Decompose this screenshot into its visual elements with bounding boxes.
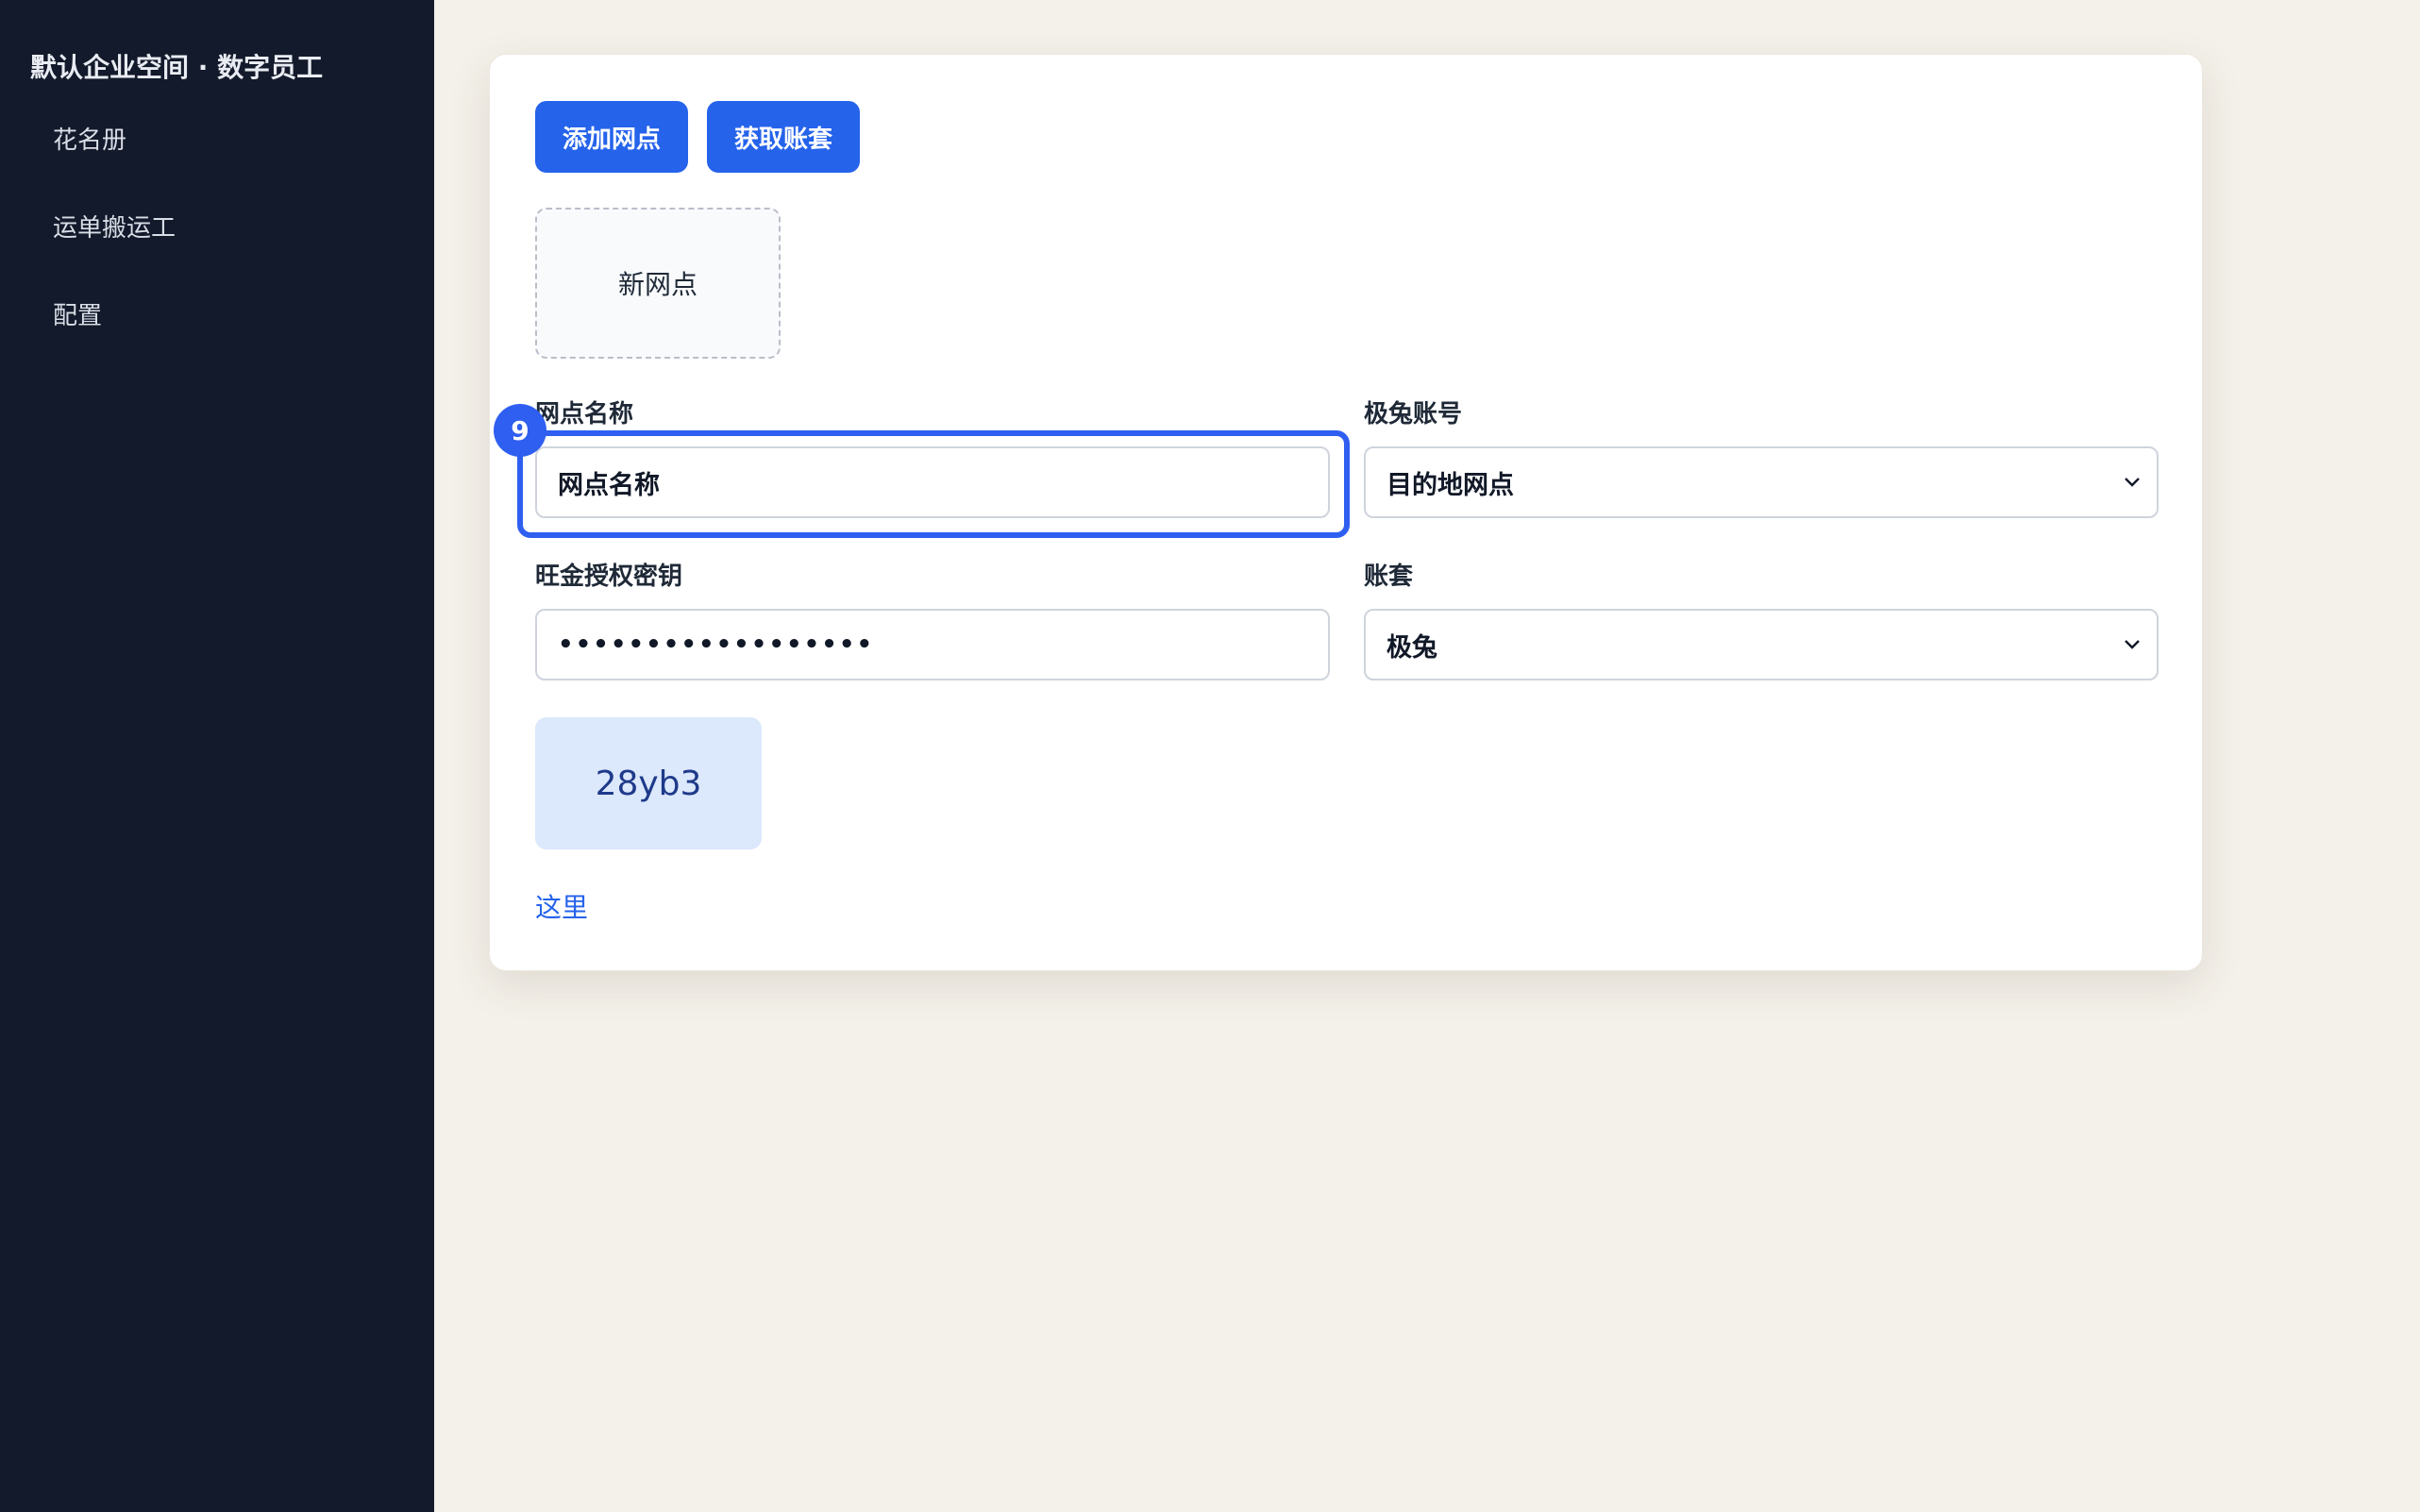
chevron-down-icon bbox=[2125, 640, 2140, 649]
chevron-down-icon bbox=[2125, 478, 2140, 487]
sidebar: 默认企业空间 · 数字员工 花名册 运单搬运工 配置 bbox=[0, 0, 434, 1512]
site-name-label: 网点名称 bbox=[535, 400, 634, 428]
workspace-title: 默认企业空间 · 数字员工 bbox=[30, 52, 324, 83]
jitu-account-value: 目的地网点 bbox=[1386, 470, 1514, 500]
ledger-select[interactable]: 极兔 bbox=[1364, 609, 2159, 680]
auth-key-value: •••••••••••••••••• bbox=[558, 630, 875, 659]
auth-key-input[interactable]: •••••••••••••••••• bbox=[535, 609, 1330, 680]
fetch-ledger-button[interactable]: 获取账套 bbox=[707, 101, 860, 173]
here-link[interactable]: 这里 bbox=[535, 887, 588, 925]
sidebar-item-waybill-mover[interactable]: 运单搬运工 bbox=[53, 209, 176, 244]
captcha-text: 28yb3 bbox=[595, 764, 702, 803]
jitu-account-select[interactable]: 目的地网点 bbox=[1364, 446, 2159, 518]
ledger-value: 极兔 bbox=[1386, 632, 1437, 663]
add-site-button[interactable]: 添加网点 bbox=[535, 101, 688, 173]
jitu-account-label: 极兔账号 bbox=[1364, 400, 1463, 428]
main-card: 添加网点 获取账套 新网点 网点名称 网点名称 9 极兔账号 目的地网点 旺金授… bbox=[489, 54, 2203, 971]
site-name-input[interactable]: 网点名称 bbox=[535, 446, 1330, 518]
step-badge: 9 bbox=[494, 404, 546, 457]
site-tile[interactable]: 新网点 bbox=[535, 208, 781, 359]
captcha-code[interactable]: 28yb3 bbox=[535, 717, 762, 849]
sidebar-item-roster[interactable]: 花名册 bbox=[53, 121, 126, 156]
ledger-label: 账套 bbox=[1364, 563, 1414, 591]
sidebar-item-config[interactable]: 配置 bbox=[53, 296, 102, 331]
site-tile-label: 新网点 bbox=[617, 269, 697, 300]
auth-key-label: 旺金授权密钥 bbox=[535, 563, 683, 591]
site-name-value: 网点名称 bbox=[558, 470, 660, 500]
